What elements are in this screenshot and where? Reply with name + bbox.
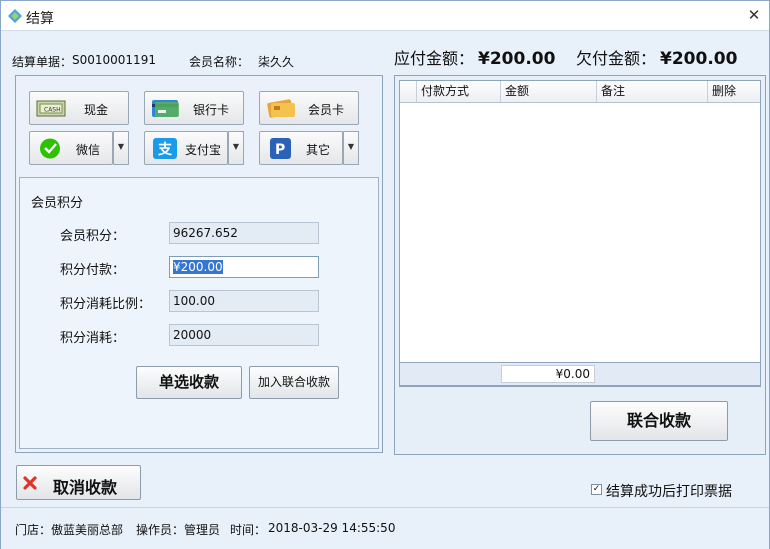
payable-amount: 应付金额： ¥200.00 bbox=[394, 45, 555, 69]
wechat-button[interactable]: 微信 bbox=[29, 131, 113, 165]
chevron-down-icon: ▼ bbox=[347, 142, 355, 151]
title-bar: 结算 ✕ bbox=[1, 1, 769, 31]
status-bar: 门店： 傲蓝美丽总部 操作员： 管理员 时间： 2018-03-29 14:55… bbox=[1, 507, 769, 549]
points-ratio-label: 积分消耗比例： bbox=[60, 297, 152, 312]
close-button[interactable]: ✕ bbox=[743, 5, 765, 27]
total-amount: ¥0.00 bbox=[501, 365, 595, 383]
svg-text:CASH: CASH bbox=[44, 107, 61, 114]
alipay-icon: 支 bbox=[153, 138, 177, 159]
time-label: 时间： bbox=[230, 523, 267, 537]
single-pay-button[interactable]: 单选收款 bbox=[136, 366, 242, 399]
table-footer: ¥0.00 bbox=[399, 362, 761, 386]
window-title: 结算 bbox=[26, 11, 54, 27]
add-combined-button[interactable]: 加入联合收款 bbox=[249, 366, 339, 399]
row-header-cell bbox=[400, 81, 417, 102]
column-header-method[interactable]: 付款方式 bbox=[417, 81, 501, 102]
paypal-icon: P bbox=[270, 138, 291, 159]
member-name: 柒久久 bbox=[258, 55, 295, 69]
time-value: 2018-03-29 14:55:50 bbox=[268, 521, 396, 535]
points-ratio-field: 100.00 bbox=[169, 290, 319, 312]
member-card-label: 会员卡 bbox=[307, 103, 344, 117]
cash-icon: CASH bbox=[36, 100, 66, 117]
combined-pay-button[interactable]: 联合收款 bbox=[590, 401, 728, 441]
alipay-dropdown[interactable]: ▼ bbox=[228, 131, 244, 165]
points-consumed-field: 20000 bbox=[169, 324, 319, 346]
svg-text:支: 支 bbox=[157, 141, 173, 158]
bank-card-icon bbox=[152, 100, 179, 117]
owed-amount: 欠付金额： ¥200.00 bbox=[576, 45, 737, 69]
other-dropdown[interactable]: ▼ bbox=[343, 131, 359, 165]
alipay-button[interactable]: 支 支付宝 bbox=[144, 131, 228, 165]
points-balance-field: 96267.652 bbox=[169, 222, 319, 244]
table-header: 付款方式 金额 备注 删除 bbox=[400, 81, 760, 103]
bank-card-label: 银行卡 bbox=[192, 103, 229, 117]
app-icon bbox=[8, 9, 22, 23]
member-card-button[interactable]: 会员卡 bbox=[259, 91, 359, 125]
operator-label: 操作员： bbox=[136, 523, 185, 537]
order-number-label: 结算单据： bbox=[12, 55, 73, 69]
print-receipt-label[interactable]: 结算成功后打印票据 bbox=[606, 481, 732, 501]
cancel-payment-button[interactable]: 取消收款 bbox=[16, 465, 141, 500]
payable-label: 应付金额： bbox=[394, 49, 475, 68]
wechat-dropdown[interactable]: ▼ bbox=[113, 131, 129, 165]
owed-value: ¥200.00 bbox=[660, 49, 738, 69]
checkout-window: 结算 ✕ 结算单据： S0010001191 会员名称： 柒久久 应付金额： ¥2… bbox=[0, 0, 770, 549]
member-name-label: 会员名称： bbox=[189, 55, 250, 69]
other-label: 其它 bbox=[305, 143, 330, 157]
other-button[interactable]: P 其它 bbox=[259, 131, 343, 165]
wechat-icon bbox=[40, 138, 60, 159]
owed-label: 欠付金额： bbox=[576, 49, 657, 68]
svg-text:P: P bbox=[275, 142, 285, 158]
combined-payment-panel: 付款方式 金额 备注 删除 ¥0.00 联合收款 bbox=[394, 75, 766, 455]
checkmark-icon: ✓ bbox=[592, 484, 601, 494]
points-title: 会员积分 bbox=[31, 196, 84, 211]
points-balance-label: 会员积分： bbox=[60, 229, 126, 244]
alipay-label: 支付宝 bbox=[184, 143, 221, 157]
column-header-delete[interactable]: 删除 bbox=[708, 81, 760, 102]
store-name: 傲蓝美丽总部 bbox=[51, 523, 124, 537]
member-points-group: 会员积分 会员积分： 96267.652 积分付款： ¥200.00 积分消耗比… bbox=[19, 177, 379, 449]
order-number: S0010001191 bbox=[72, 53, 156, 67]
points-payment-value: ¥200.00 bbox=[173, 260, 223, 274]
close-icon: ✕ bbox=[747, 6, 761, 24]
payment-panel: CASH 现金 银行卡 会员卡 微信 ▼ 支 支付宝 ▼ P 其它 ▼ 会员积分… bbox=[15, 75, 383, 453]
operator-name: 管理员 bbox=[184, 523, 221, 537]
cancel-icon bbox=[23, 476, 37, 490]
member-card-icon bbox=[267, 99, 295, 118]
payment-table[interactable]: 付款方式 金额 备注 删除 bbox=[399, 80, 761, 387]
column-header-amount[interactable]: 金额 bbox=[501, 81, 597, 102]
cash-button[interactable]: CASH 现金 bbox=[29, 91, 129, 125]
chevron-down-icon: ▼ bbox=[117, 142, 125, 151]
bank-card-button[interactable]: 银行卡 bbox=[144, 91, 244, 125]
points-payment-label: 积分付款： bbox=[60, 263, 126, 278]
print-receipt-checkbox[interactable]: ✓ bbox=[591, 484, 602, 495]
cash-label: 现金 bbox=[83, 103, 108, 117]
chevron-down-icon: ▼ bbox=[232, 142, 240, 151]
column-header-note[interactable]: 备注 bbox=[597, 81, 708, 102]
points-payment-input[interactable]: ¥200.00 bbox=[169, 256, 319, 278]
points-consumed-label: 积分消耗： bbox=[60, 331, 126, 346]
store-label: 门店： bbox=[15, 523, 52, 537]
cancel-label: 取消收款 bbox=[53, 478, 118, 497]
payable-value: ¥200.00 bbox=[478, 49, 556, 69]
wechat-label: 微信 bbox=[75, 143, 100, 157]
